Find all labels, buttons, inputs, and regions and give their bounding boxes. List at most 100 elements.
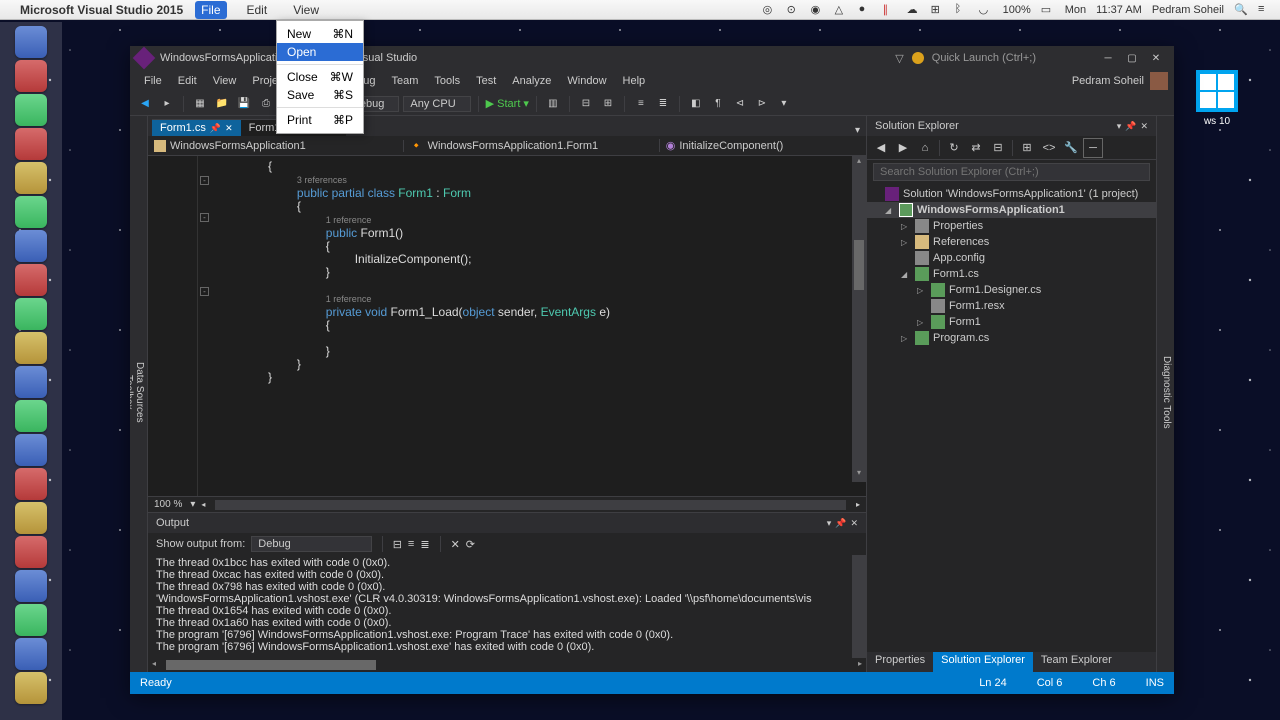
tab-properties[interactable]: Properties: [867, 652, 933, 672]
project-node[interactable]: ◢WindowsFormsApplication1: [867, 202, 1156, 218]
panel-pin-icon[interactable]: 📌: [1125, 121, 1136, 132]
dock-app-icon[interactable]: [15, 230, 47, 262]
sol-refresh-button[interactable]: ↻: [944, 138, 964, 158]
tab-form1-cs[interactable]: Form1.cs📌✕: [152, 119, 241, 136]
fold-toggle[interactable]: -: [200, 287, 209, 296]
battery-icon[interactable]: ▭: [1041, 3, 1055, 17]
close-button[interactable]: ✕: [1144, 48, 1168, 68]
sol-forward-button[interactable]: ▶: [893, 138, 913, 158]
dock-app-icon[interactable]: [15, 638, 47, 670]
tray-pause-icon[interactable]: ∥: [883, 3, 897, 17]
vs-menu-file[interactable]: File: [136, 73, 170, 89]
toolbar-button[interactable]: ¶: [709, 95, 727, 113]
output-wrap-button[interactable]: ⟳: [466, 538, 475, 551]
output-tool-button[interactable]: ≣: [420, 538, 429, 551]
nav-class-dropdown[interactable]: 🔸WindowsFormsApplication1.Form1: [404, 139, 660, 152]
scroll-up-icon[interactable]: ▴: [852, 156, 866, 170]
side-tab-diagnostic-tools[interactable]: Diagnostic Tools: [1161, 122, 1172, 662]
start-debug-button[interactable]: ▶ Start ▾: [486, 97, 529, 110]
references-node[interactable]: ▷References: [867, 234, 1156, 250]
forward-button[interactable]: ▸: [158, 95, 176, 113]
tray-icon[interactable]: ☁: [907, 3, 921, 17]
sol-view-code-button[interactable]: <>: [1039, 138, 1059, 158]
dock-app-icon[interactable]: [15, 366, 47, 398]
dock-app-icon[interactable]: [15, 94, 47, 126]
dock-app-icon[interactable]: [15, 672, 47, 704]
panel-dropdown-icon[interactable]: ▾: [827, 518, 832, 529]
solution-explorer-header[interactable]: Solution Explorer ▾ 📌 ✕: [867, 116, 1156, 136]
scroll-right-icon[interactable]: ▸: [856, 500, 860, 509]
close-tab-icon[interactable]: ✕: [225, 123, 233, 134]
dock-app-icon[interactable]: [15, 604, 47, 636]
pin-icon[interactable]: 📌: [210, 123, 221, 134]
horizontal-scrollbar[interactable]: [215, 500, 846, 510]
spotlight-icon[interactable]: 🔍: [1234, 3, 1248, 17]
sol-properties-button[interactable]: 🔧: [1061, 138, 1081, 158]
tray-icon[interactable]: ◎: [763, 3, 777, 17]
output-vertical-scrollbar[interactable]: [852, 555, 866, 658]
platform-dropdown[interactable]: Any CPU: [403, 96, 470, 112]
notification-badge-icon[interactable]: [912, 52, 924, 64]
nav-namespace-dropdown[interactable]: WindowsFormsApplication1: [148, 140, 404, 152]
sol-home-button[interactable]: ⌂: [915, 138, 935, 158]
fold-toggle[interactable]: -: [200, 176, 209, 185]
notification-icon[interactable]: ≡: [1258, 3, 1272, 17]
mac-menu-file[interactable]: File: [195, 1, 226, 19]
output-source-dropdown[interactable]: Debug: [251, 536, 371, 552]
panel-pin-icon[interactable]: 📌: [835, 518, 846, 529]
save-all-button[interactable]: ⎙: [257, 95, 275, 113]
file-menu-new[interactable]: New⌘N: [277, 25, 363, 43]
appconfig-node[interactable]: App.config: [867, 250, 1156, 266]
vs-menu-edit[interactable]: Edit: [170, 73, 205, 89]
side-tab-toolbox[interactable]: Toolbox: [130, 122, 134, 662]
toolbar-button[interactable]: ▥: [544, 95, 562, 113]
scrollbar-thumb[interactable]: [166, 660, 376, 670]
scroll-left-icon[interactable]: ◂: [152, 659, 156, 668]
output-clear-button[interactable]: ✕: [451, 538, 460, 551]
code-text[interactable]: { 3 references public partial class Form…: [198, 156, 866, 496]
zoom-level-dropdown[interactable]: 100 %: [154, 499, 182, 510]
sol-back-button[interactable]: ◀: [871, 138, 891, 158]
tray-icon[interactable]: ●: [859, 3, 873, 17]
tray-bluetooth-icon[interactable]: ᛒ: [955, 3, 969, 17]
code-editor[interactable]: - - - ▤ { 3 references public partial cl…: [148, 156, 866, 496]
dock-app-icon[interactable]: [15, 434, 47, 466]
dropdown-arrow-icon[interactable]: ▾: [190, 499, 195, 510]
vs-menu-help[interactable]: Help: [615, 73, 654, 89]
dock-app-icon[interactable]: [15, 26, 47, 58]
tray-wifi-icon[interactable]: ◡: [979, 3, 993, 17]
form1-class-node[interactable]: ▷Form1: [867, 314, 1156, 330]
toolbar-button[interactable]: ⊲: [731, 95, 749, 113]
dock-app-icon[interactable]: [15, 332, 47, 364]
side-tab-data-sources[interactable]: Data Sources: [134, 122, 145, 662]
desktop-icon-windows10[interactable]: ws 10: [1190, 70, 1244, 127]
nav-method-dropdown[interactable]: ◉InitializeComponent(): [660, 139, 866, 152]
tab-team-explorer[interactable]: Team Explorer: [1033, 652, 1120, 672]
dock-app-icon[interactable]: [15, 264, 47, 296]
resx-node[interactable]: Form1.resx: [867, 298, 1156, 314]
scroll-down-icon[interactable]: ▾: [852, 468, 866, 482]
dock-app-icon[interactable]: [15, 298, 47, 330]
dock-app-icon[interactable]: [15, 196, 47, 228]
tray-icon[interactable]: △: [835, 3, 849, 17]
toolbar-button[interactable]: ⊟: [577, 95, 595, 113]
toolbar-button[interactable]: ≣: [654, 95, 672, 113]
scrollbar-thumb[interactable]: [854, 240, 864, 290]
filter-icon[interactable]: ▽: [895, 52, 903, 65]
back-button[interactable]: ◀: [136, 95, 154, 113]
mac-menu-view[interactable]: View: [287, 1, 325, 19]
output-tool-button[interactable]: ≡: [408, 538, 414, 550]
tray-icon[interactable]: ⊙: [787, 3, 801, 17]
file-menu-save[interactable]: Save⌘S: [277, 86, 363, 104]
vs-menu-team[interactable]: Team: [384, 73, 427, 89]
tray-icon[interactable]: ⊞: [931, 3, 945, 17]
open-file-button[interactable]: 📁: [213, 95, 231, 113]
output-panel-header[interactable]: Output ▾ 📌 ✕: [148, 513, 866, 533]
tray-icon[interactable]: ◉: [811, 3, 825, 17]
vs-signed-in-user[interactable]: Pedram Soheil: [1072, 75, 1144, 87]
vs-menu-test[interactable]: Test: [468, 73, 504, 89]
user-avatar-icon[interactable]: [1150, 72, 1168, 90]
sol-showall-button[interactable]: ⊞: [1017, 138, 1037, 158]
toolbar-button[interactable]: ≡: [632, 95, 650, 113]
solution-search-input[interactable]: [873, 163, 1150, 181]
